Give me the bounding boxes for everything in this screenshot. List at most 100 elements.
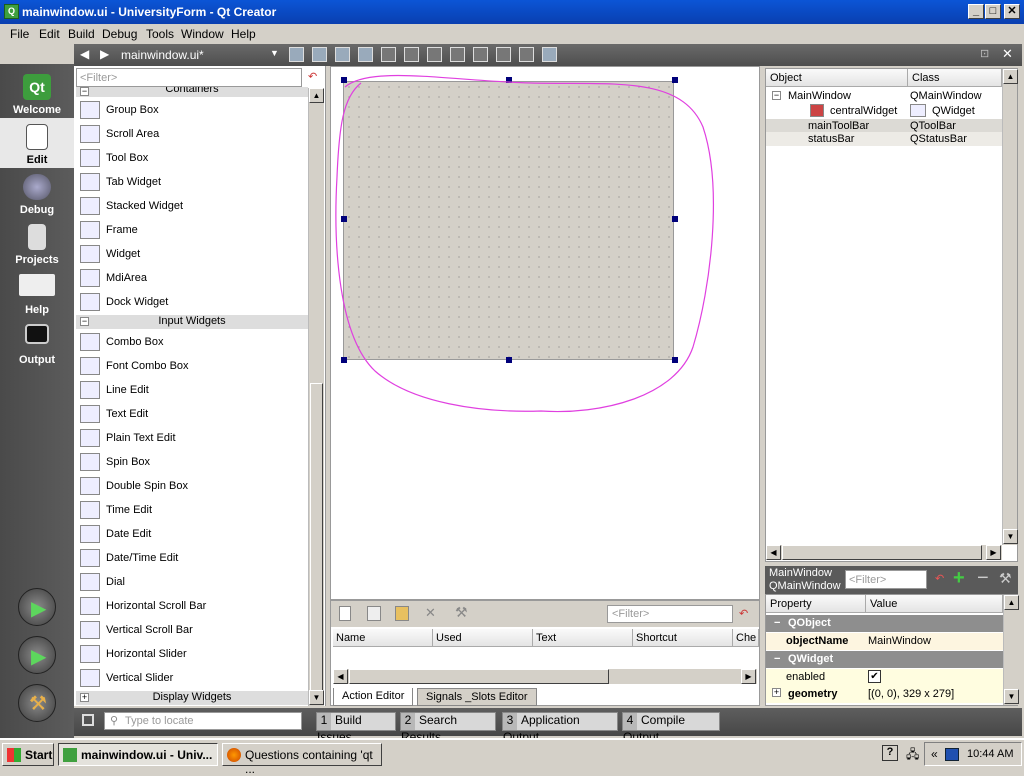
property-row-geometry[interactable]: + geometry [(0, 0), 329 x 279] (766, 686, 1003, 703)
widget-item-combo-box[interactable]: Combo Box (78, 331, 308, 353)
col-property[interactable]: Property (766, 595, 866, 613)
task-qt-creator[interactable]: mainwindow.ui - Univ... (58, 743, 218, 766)
property-value[interactable]: MainWindow (868, 635, 931, 647)
widget-item-line-edit[interactable]: Line Edit (78, 379, 308, 401)
configure-icon[interactable]: ⚒ (999, 570, 1012, 587)
tree-row-mainwindow[interactable]: − MainWindow QMainWindow (766, 89, 1002, 103)
configure-icon[interactable]: ⚒ (455, 604, 468, 621)
task-firefox[interactable]: Questions containing 'qt ... (222, 743, 382, 776)
mode-edit[interactable]: Edit (0, 118, 74, 168)
tree-row-statusbar[interactable]: statusBar QStatusBar (766, 132, 1002, 146)
col-text[interactable]: Text (533, 629, 633, 647)
break-layout-icon[interactable] (519, 47, 534, 62)
add-property-icon[interactable]: + (953, 567, 965, 590)
widget-item-vertical-scroll-bar[interactable]: Vertical Scroll Bar (78, 619, 308, 641)
layout-horizontal-icon[interactable] (381, 47, 396, 62)
toggle-sidebar-icon[interactable] (82, 714, 94, 726)
widget-item-dock-widget[interactable]: Dock Widget (78, 291, 308, 313)
splitter-horizontal-icon[interactable] (427, 47, 442, 62)
menu-edit[interactable]: Edit (39, 27, 60, 41)
widget-item-dial[interactable]: Dial (78, 571, 308, 593)
mode-output[interactable]: Output (0, 318, 74, 368)
enabled-checkbox[interactable]: ✔ (868, 670, 881, 683)
tree-row-maintoolbar[interactable]: mainToolBar QToolBar (766, 119, 1002, 133)
scroll-down-button[interactable]: ▼ (309, 690, 324, 705)
tree-row-centralwidget[interactable]: centralWidget QWidget (766, 104, 1002, 118)
tab-signals-slots[interactable]: Signals _Slots Editor (417, 688, 537, 706)
mode-help[interactable]: Help (0, 268, 74, 318)
property-row-enabled[interactable]: enabled ✔ (766, 669, 1003, 686)
widget-item-tool-box[interactable]: Tool Box (78, 147, 308, 169)
col-shortcut[interactable]: Shortcut (633, 629, 733, 647)
property-filter-input[interactable]: <Filter> (845, 570, 927, 589)
tab-action-editor[interactable]: Action Editor (333, 688, 414, 706)
category-input-widgets[interactable]: − Input Widgets (76, 315, 308, 329)
mode-projects[interactable]: Projects (0, 218, 74, 268)
col-used[interactable]: Used (433, 629, 533, 647)
widget-filter-input[interactable]: <Filter> (76, 68, 302, 87)
open-document-selector[interactable]: mainwindow.ui* (121, 48, 204, 62)
start-button[interactable]: Start (2, 743, 54, 766)
col-class[interactable]: Class (908, 69, 1002, 87)
property-row-objectname[interactable]: objectName MainWindow (766, 633, 1003, 650)
scroll-left-button[interactable]: ◀ (766, 545, 781, 560)
run-button[interactable]: ▶ (18, 588, 56, 626)
widget-item-time-edit[interactable]: Time Edit (78, 499, 308, 521)
action-filter-input[interactable]: <Filter> (607, 605, 733, 623)
locator-input[interactable]: Type to locate (104, 712, 302, 730)
build-button[interactable]: ⚒ (18, 684, 56, 722)
layout-form-icon[interactable] (473, 47, 488, 62)
mode-debug[interactable]: Debug (0, 168, 74, 218)
clear-filter-icon[interactable]: ↶ (935, 572, 944, 585)
scroll-left-button[interactable]: ◀ (333, 669, 348, 684)
col-checkable[interactable]: Che (733, 629, 759, 647)
category-containers[interactable]: − Containers (76, 87, 308, 97)
widget-item-text-edit[interactable]: Text Edit (78, 403, 308, 425)
scroll-right-button[interactable]: ▶ (741, 669, 756, 684)
delete-action-icon[interactable]: ✕ (425, 605, 436, 621)
scroll-down-button[interactable]: ▼ (1004, 689, 1019, 704)
widget-item-plain-text-edit[interactable]: Plain Text Edit (78, 427, 308, 449)
scroll-thumb[interactable] (310, 383, 323, 693)
menu-window[interactable]: Window (181, 27, 224, 41)
widget-item-tab-widget[interactable]: Tab Widget (78, 171, 308, 193)
edit-signals-icon[interactable] (312, 47, 327, 62)
col-value[interactable]: Value (866, 595, 1003, 613)
action-hscrollbar[interactable]: ◀ ▶ (333, 669, 757, 684)
menu-help[interactable]: Help (231, 27, 256, 41)
widget-item-font-combo-box[interactable]: Font Combo Box (78, 355, 308, 377)
property-editor-scrollbar[interactable]: ▲ ▼ (1003, 595, 1019, 705)
category-display-widgets[interactable]: + Display Widgets (76, 691, 308, 705)
widget-item-mdiarea[interactable]: MdiArea (78, 267, 308, 289)
chevron-down-icon[interactable]: ▼ (270, 48, 279, 58)
hscroll-thumb[interactable] (349, 669, 609, 684)
widget-item-scroll-area[interactable]: Scroll Area (78, 123, 308, 145)
tray-app-icon[interactable] (945, 748, 959, 761)
widget-item-date-edit[interactable]: Date Edit (78, 523, 308, 545)
copy-action-icon[interactable] (367, 606, 381, 621)
property-group-qwidget[interactable]: − QWidget (766, 651, 1003, 668)
widget-item-date-time-edit[interactable]: Date/Time Edit (78, 547, 308, 569)
property-group-qobject[interactable]: − QObject (766, 615, 1003, 632)
layout-vertical-icon[interactable] (404, 47, 419, 62)
menu-build[interactable]: Build (68, 27, 95, 41)
menu-file[interactable]: File (10, 27, 29, 41)
build-issues-button[interactable]: 1 Build Issues (316, 712, 396, 744)
new-action-icon[interactable] (339, 606, 351, 621)
scroll-up-button[interactable]: ▲ (1003, 69, 1018, 84)
widget-item-frame[interactable]: Frame (78, 219, 308, 241)
form-editor-canvas[interactable] (330, 66, 760, 600)
widget-item-widget[interactable]: Widget (78, 243, 308, 265)
widget-item-double-spin-box[interactable]: Double Spin Box (78, 475, 308, 497)
col-name[interactable]: Name (333, 629, 433, 647)
help-icon[interactable]: ? (882, 745, 898, 761)
menu-debug[interactable]: Debug (102, 27, 137, 41)
expand-icon[interactable]: + (772, 688, 781, 697)
widget-item-spin-box[interactable]: Spin Box (78, 451, 308, 473)
widget-item-group-box[interactable]: Group Box (78, 99, 308, 121)
edit-tab-order-icon[interactable] (358, 47, 373, 62)
network-icon[interactable]: 🖧 (906, 745, 919, 766)
widget-item-vertical-slider[interactable]: Vertical Slider (78, 667, 308, 689)
scroll-down-button[interactable]: ▼ (1003, 529, 1018, 544)
forward-button[interactable]: ▶ (100, 47, 109, 61)
